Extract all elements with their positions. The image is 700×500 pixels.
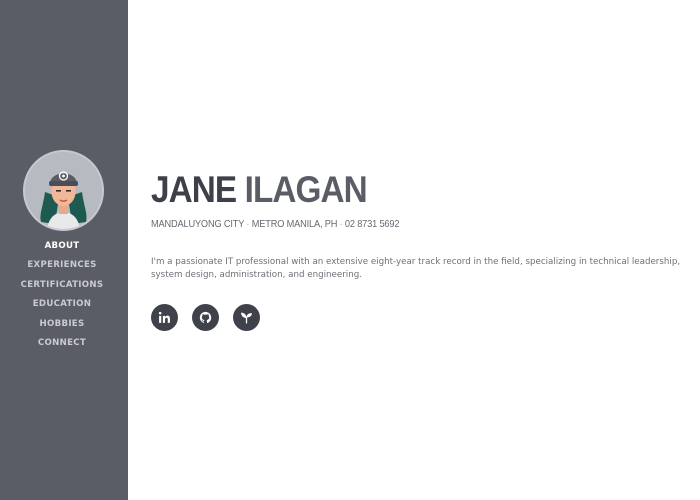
first-name: JANE bbox=[151, 169, 237, 210]
avatar-illustration bbox=[25, 152, 102, 229]
social-links bbox=[151, 304, 260, 331]
github-button[interactable] bbox=[192, 304, 219, 331]
separator: · bbox=[246, 218, 250, 230]
sidebar-item-connect[interactable]: CONNECT bbox=[0, 337, 124, 356]
sidebar: ABOUT EXPERIENCES CERTIFICATIONS EDUCATI… bbox=[0, 0, 128, 500]
bio-text: I'm a passionate IT professional with an… bbox=[151, 257, 681, 280]
sidebar-item-education[interactable]: EDUCATION bbox=[0, 298, 124, 317]
linkedin-icon bbox=[158, 311, 170, 323]
avatar bbox=[23, 150, 104, 231]
sprout-button[interactable] bbox=[233, 304, 260, 331]
phone-number: 02 8731 5692 bbox=[344, 218, 400, 230]
region: METRO MANILA, PH bbox=[251, 218, 338, 230]
sidebar-item-experiences[interactable]: EXPERIENCES bbox=[0, 259, 124, 278]
sidebar-nav: ABOUT EXPERIENCES CERTIFICATIONS EDUCATI… bbox=[0, 240, 124, 356]
page: ABOUT EXPERIENCES CERTIFICATIONS EDUCATI… bbox=[0, 0, 700, 500]
contact-line: MANDALUYONG CITY · METRO MANILA, PH · 02… bbox=[151, 217, 400, 231]
last-name: ILAGAN bbox=[244, 169, 368, 210]
separator: · bbox=[339, 218, 343, 230]
sidebar-item-certifications[interactable]: CERTIFICATIONS bbox=[0, 279, 124, 298]
github-icon bbox=[199, 311, 212, 324]
profile-name: JANE ILAGAN bbox=[151, 166, 368, 214]
linkedin-button[interactable] bbox=[151, 304, 178, 331]
sidebar-item-hobbies[interactable]: HOBBIES bbox=[0, 318, 124, 337]
city: MANDALUYONG CITY bbox=[151, 218, 245, 230]
sidebar-item-about[interactable]: ABOUT bbox=[0, 240, 124, 259]
sprout-icon bbox=[241, 312, 252, 324]
